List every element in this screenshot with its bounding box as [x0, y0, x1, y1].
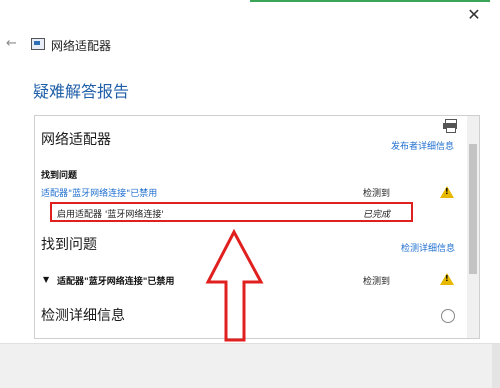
up-arrow-annotation	[205, 228, 264, 342]
bottom-bar-edge	[492, 344, 500, 388]
bottom-bar	[0, 343, 500, 388]
